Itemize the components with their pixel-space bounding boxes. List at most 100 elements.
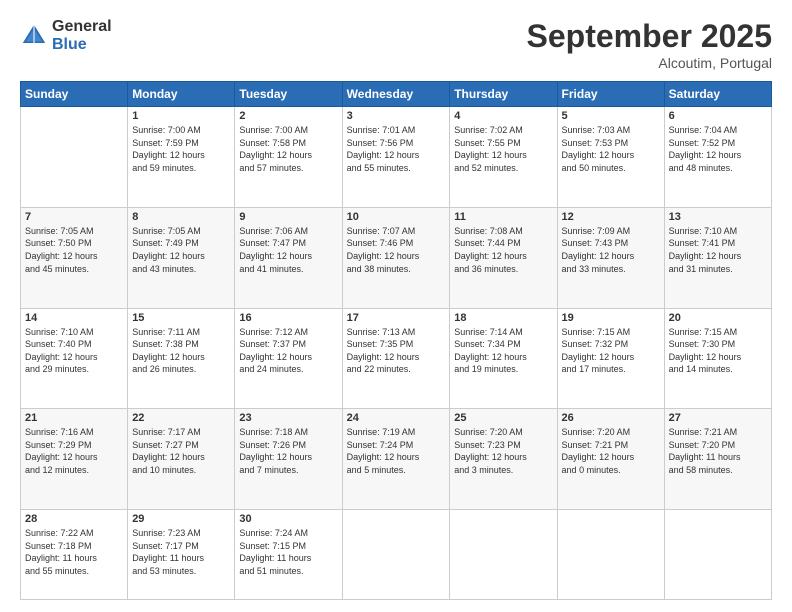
table-row: 12Sunrise: 7:09 AM Sunset: 7:43 PM Dayli… [557,207,664,308]
day-info: Sunrise: 7:00 AM Sunset: 7:58 PM Dayligh… [239,124,337,174]
table-row: 2 Sunrise: 7:00 AM Sunset: 7:58 PM Daylig… [235,107,342,208]
day-info: Sunrise: 7:24 AM Sunset: 7:15 PM Dayligh… [239,527,337,577]
day-info: Sunrise: 7:20 AM Sunset: 7:21 PM Dayligh… [562,426,660,476]
day-number: 2 [239,110,337,122]
day-info: Sunrise: 7:20 AM Sunset: 7:23 PM Dayligh… [454,426,552,476]
day-info: Sunrise: 7:03 AM Sunset: 7:53 PM Dayligh… [562,124,660,174]
day-number: 13 [669,211,767,223]
logo-blue: Blue [52,36,112,54]
day-number: 25 [454,412,552,424]
table-row: 25 Sunrise: 7:20 AM Sunset: 7:23 PM Dayli… [450,409,557,510]
day-number: 8 [132,211,230,223]
table-row: 29Sunrise: 7:23 AM Sunset: 7:17 PM Dayli… [128,510,235,600]
table-row: 4 Sunrise: 7:02 AM Sunset: 7:55 PM Daylig… [450,107,557,208]
col-sunday: Sunday [21,82,128,107]
day-number: 12 [562,211,660,223]
day-info: Sunrise: 7:21 AM Sunset: 7:20 PM Dayligh… [669,426,767,476]
day-info: Sunrise: 7:15 AM Sunset: 7:30 PM Dayligh… [669,326,767,376]
table-row: 17 Sunrise: 7:13 AM Sunset: 7:35 PM Dayli… [342,308,450,409]
table-row: 27 Sunrise: 7:21 AM Sunset: 7:20 PM Dayli… [664,409,771,510]
col-monday: Monday [128,82,235,107]
day-info: Sunrise: 7:07 AM Sunset: 7:46 PM Dayligh… [347,225,446,275]
col-saturday: Saturday [664,82,771,107]
day-number: 20 [669,312,767,324]
day-info: Sunrise: 7:14 AM Sunset: 7:34 PM Dayligh… [454,326,552,376]
table-row: 7Sunrise: 7:05 AM Sunset: 7:50 PM Daylig… [21,207,128,308]
table-row: 13Sunrise: 7:10 AM Sunset: 7:41 PM Dayli… [664,207,771,308]
table-row: 3 Sunrise: 7:01 AM Sunset: 7:56 PM Daylig… [342,107,450,208]
table-row: 15 Sunrise: 7:11 AM Sunset: 7:38 PM Dayli… [128,308,235,409]
location: Alcoutim, Portugal [527,55,772,71]
day-number: 22 [132,412,230,424]
table-row: 21Sunrise: 7:16 AM Sunset: 7:29 PM Dayli… [21,409,128,510]
calendar-week-row: 7Sunrise: 7:05 AM Sunset: 7:50 PM Daylig… [21,207,772,308]
table-row: 30Sunrise: 7:24 AM Sunset: 7:15 PM Dayli… [235,510,342,600]
calendar-table: Sunday Monday Tuesday Wednesday Thursday… [20,81,772,600]
table-row: 19Sunrise: 7:15 AM Sunset: 7:32 PM Dayli… [557,308,664,409]
table-row: 24Sunrise: 7:19 AM Sunset: 7:24 PM Dayli… [342,409,450,510]
day-number: 16 [239,312,337,324]
table-row: 26 Sunrise: 7:20 AM Sunset: 7:21 PM Dayli… [557,409,664,510]
day-number: 18 [454,312,552,324]
day-number: 26 [562,412,660,424]
day-number: 4 [454,110,552,122]
col-tuesday: Tuesday [235,82,342,107]
table-row: 20 Sunrise: 7:15 AM Sunset: 7:30 PM Dayli… [664,308,771,409]
day-info: Sunrise: 7:06 AM Sunset: 7:47 PM Dayligh… [239,225,337,275]
table-row: 1 Sunrise: 7:00 AM Sunset: 7:59 PM Daylig… [128,107,235,208]
day-number: 7 [25,211,123,223]
table-row: 11 Sunrise: 7:08 AM Sunset: 7:44 PM Dayli… [450,207,557,308]
day-number: 11 [454,211,552,223]
day-number: 10 [347,211,446,223]
day-number: 29 [132,513,230,525]
day-info: Sunrise: 7:16 AM Sunset: 7:29 PM Dayligh… [25,426,123,476]
day-number: 14 [25,312,123,324]
page-header: General Blue September 2025 Alcoutim, Po… [20,18,772,71]
day-info: Sunrise: 7:13 AM Sunset: 7:35 PM Dayligh… [347,326,446,376]
col-thursday: Thursday [450,82,557,107]
table-row [342,510,450,600]
table-row: 22 Sunrise: 7:17 AM Sunset: 7:27 PM Dayli… [128,409,235,510]
day-info: Sunrise: 7:22 AM Sunset: 7:18 PM Dayligh… [25,527,123,577]
logo-icon [20,22,48,50]
col-wednesday: Wednesday [342,82,450,107]
day-info: Sunrise: 7:15 AM Sunset: 7:32 PM Dayligh… [562,326,660,376]
day-info: Sunrise: 7:19 AM Sunset: 7:24 PM Dayligh… [347,426,446,476]
day-number: 28 [25,513,123,525]
calendar-week-row: 1 Sunrise: 7:00 AM Sunset: 7:59 PM Daylig… [21,107,772,208]
day-number: 27 [669,412,767,424]
logo-general: General [52,18,112,36]
table-row: 18 Sunrise: 7:14 AM Sunset: 7:34 PM Dayli… [450,308,557,409]
day-number: 17 [347,312,446,324]
day-number: 1 [132,110,230,122]
day-info: Sunrise: 7:11 AM Sunset: 7:38 PM Dayligh… [132,326,230,376]
day-number: 23 [239,412,337,424]
day-info: Sunrise: 7:17 AM Sunset: 7:27 PM Dayligh… [132,426,230,476]
calendar-week-row: 21Sunrise: 7:16 AM Sunset: 7:29 PM Dayli… [21,409,772,510]
calendar-week-row: 28 Sunrise: 7:22 AM Sunset: 7:18 PM Dayli… [21,510,772,600]
calendar-header-row: Sunday Monday Tuesday Wednesday Thursday… [21,82,772,107]
table-row: 6 Sunrise: 7:04 AM Sunset: 7:52 PM Daylig… [664,107,771,208]
day-info: Sunrise: 7:12 AM Sunset: 7:37 PM Dayligh… [239,326,337,376]
table-row: 16 Sunrise: 7:12 AM Sunset: 7:37 PM Dayli… [235,308,342,409]
day-info: Sunrise: 7:01 AM Sunset: 7:56 PM Dayligh… [347,124,446,174]
table-row [21,107,128,208]
day-info: Sunrise: 7:04 AM Sunset: 7:52 PM Dayligh… [669,124,767,174]
table-row [450,510,557,600]
day-info: Sunrise: 7:08 AM Sunset: 7:44 PM Dayligh… [454,225,552,275]
table-row [664,510,771,600]
day-number: 15 [132,312,230,324]
table-row: 28 Sunrise: 7:22 AM Sunset: 7:18 PM Dayli… [21,510,128,600]
calendar-week-row: 14Sunrise: 7:10 AM Sunset: 7:40 PM Dayli… [21,308,772,409]
day-number: 6 [669,110,767,122]
logo-text: General Blue [52,18,112,53]
table-row: 5Sunrise: 7:03 AM Sunset: 7:53 PM Daylig… [557,107,664,208]
table-row: 10 Sunrise: 7:07 AM Sunset: 7:46 PM Dayli… [342,207,450,308]
month-title: September 2025 [527,18,772,55]
day-number: 9 [239,211,337,223]
day-number: 3 [347,110,446,122]
day-info: Sunrise: 7:00 AM Sunset: 7:59 PM Dayligh… [132,124,230,174]
table-row: 23Sunrise: 7:18 AM Sunset: 7:26 PM Dayli… [235,409,342,510]
day-info: Sunrise: 7:02 AM Sunset: 7:55 PM Dayligh… [454,124,552,174]
table-row: 9 Sunrise: 7:06 AM Sunset: 7:47 PM Daylig… [235,207,342,308]
